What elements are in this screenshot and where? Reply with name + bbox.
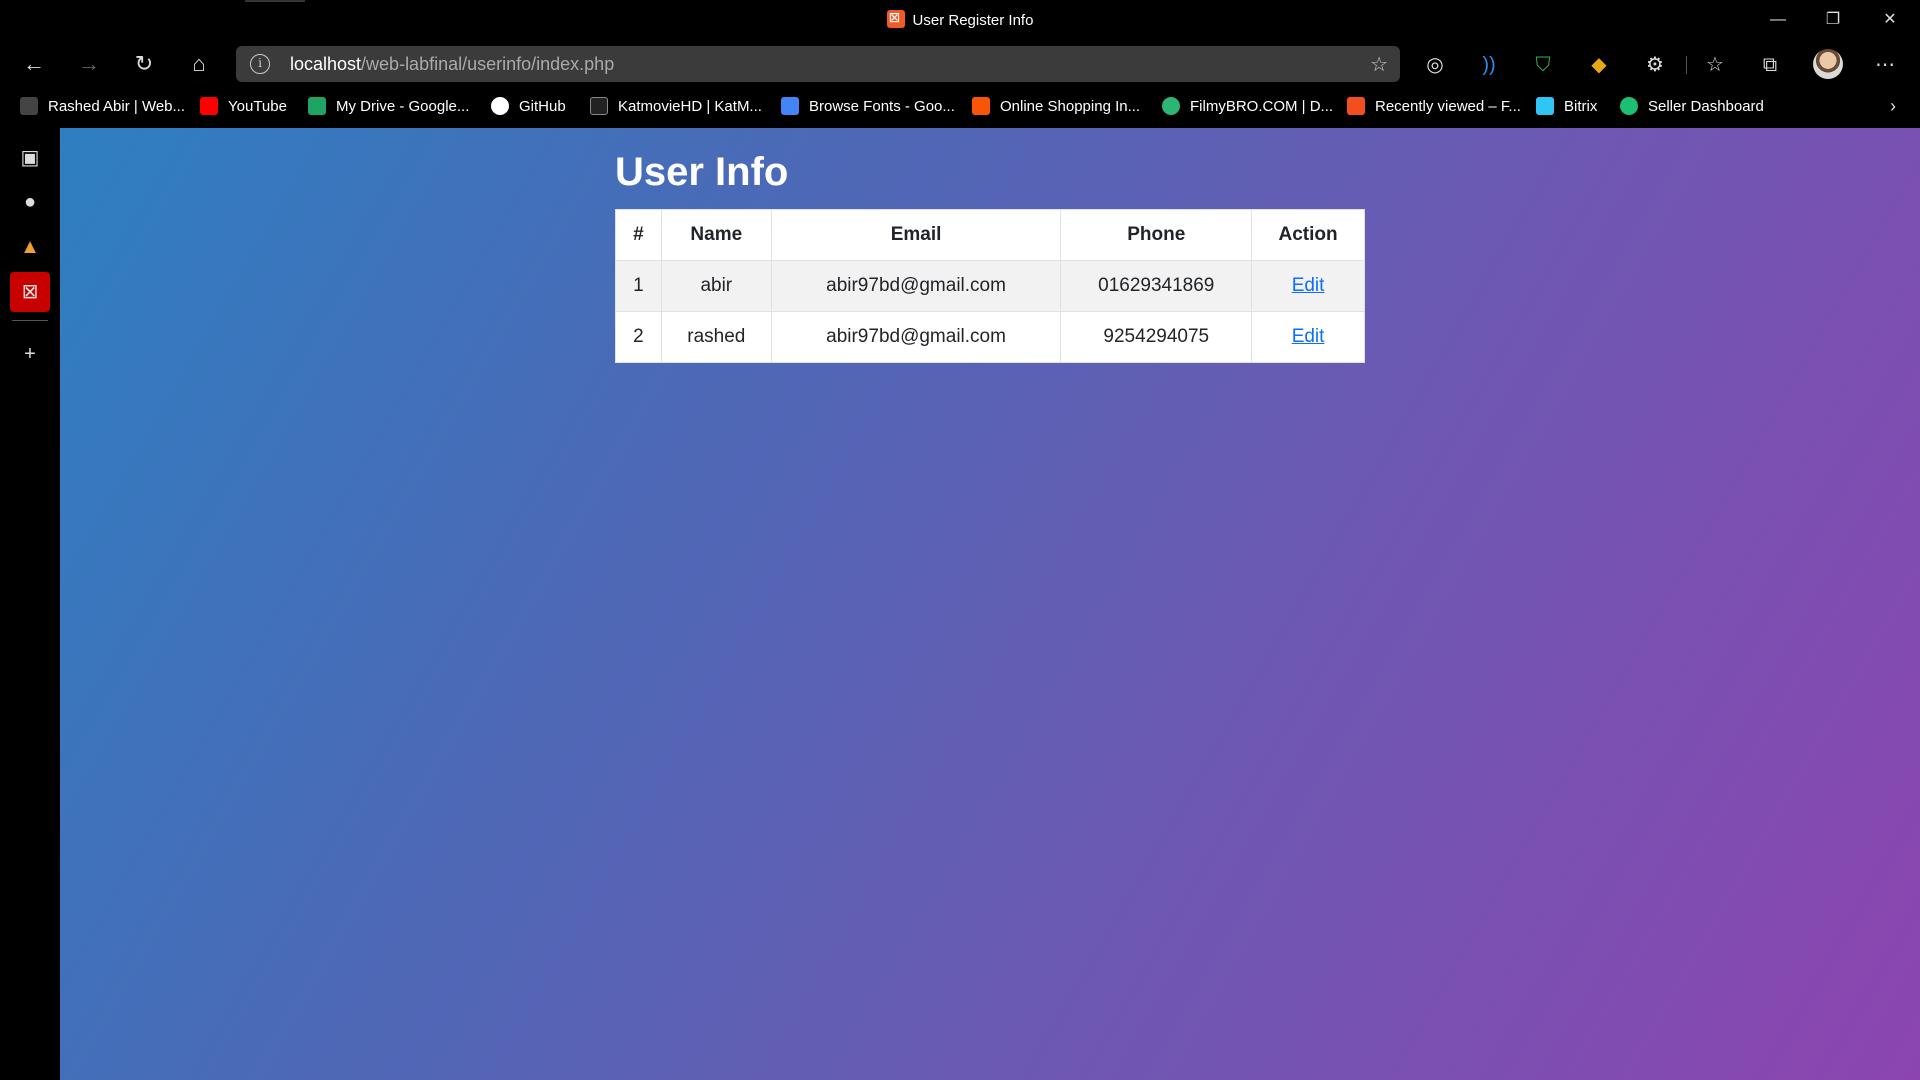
home-button[interactable]: ⌂ [181, 48, 217, 80]
cell-phone: 01629341869 [1060, 260, 1253, 312]
cell-email: abir97bd@gmail.com [770, 311, 1062, 363]
restore-button[interactable]: ❐ [1813, 6, 1853, 34]
forward-button[interactable]: → [71, 48, 107, 80]
rashed-abir-icon [20, 97, 38, 115]
bookmark-youtube[interactable]: YouTube [200, 96, 287, 118]
tab-strip-indicator [245, 0, 305, 2]
page-title: User Info [615, 150, 789, 194]
shield-icon[interactable]: ⛉ [1528, 50, 1558, 80]
browser-toolbar: ← → ↻ ⌂ i localhost/web-labfinal/userinf… [0, 40, 1920, 88]
daraz-icon [972, 97, 990, 115]
bitrix-icon [1536, 97, 1554, 115]
toolbar-divider [1686, 56, 1687, 74]
cell-email: abir97bd@gmail.com [770, 260, 1062, 312]
bookmark-online-shopping[interactable]: Online Shopping In... [972, 96, 1140, 118]
home-icon: ⌂ [192, 51, 206, 76]
fiverr-icon [1620, 97, 1638, 115]
sidebar-xampp-icon[interactable]: ⊠ [10, 272, 50, 312]
url-path: /web-labfinal/userinfo/index.php [361, 54, 615, 74]
cell-number: 1 [615, 260, 662, 312]
column-header-phone: Phone [1060, 209, 1253, 261]
youtube-icon [200, 97, 218, 115]
filmybro-icon [1162, 97, 1180, 115]
extension-tracker-icon[interactable]: ◎ [1420, 50, 1450, 80]
table-row: 1 abir abir97bd@gmail.com 01629341869 Ed… [615, 260, 1365, 312]
cell-name: rashed [660, 311, 772, 363]
bookmark-figma[interactable]: Recently viewed – F... [1347, 96, 1521, 118]
edit-link[interactable]: Edit [1292, 275, 1325, 296]
page-content: User Info # Name Email Phone Action 1 ab… [615, 150, 1365, 363]
column-header-email: Email [770, 209, 1062, 261]
sidebar-divider [12, 320, 48, 321]
refresh-button[interactable]: ↻ [126, 48, 162, 80]
cell-phone: 9254294075 [1060, 311, 1253, 363]
url-text[interactable]: localhost/web-labfinal/userinfo/index.ph… [290, 54, 614, 75]
browser-sidebar: ▣ ● ▲ ⊠ + [0, 128, 60, 1080]
bookmarks-bar: Rashed Abir | Web... YouTube My Drive - … [0, 88, 1920, 126]
github-icon [491, 97, 509, 115]
google-drive-icon [308, 97, 326, 115]
read-aloud-icon[interactable]: )) [1474, 50, 1504, 80]
bookmark-katmoviehd[interactable]: KatmovieHD | KatM... [590, 96, 762, 118]
user-table: # Name Email Phone Action 1 abir abir97b… [615, 209, 1365, 363]
bookmark-google-fonts[interactable]: Browse Fonts - Goo... [781, 96, 955, 118]
column-header-action: Action [1251, 209, 1365, 261]
bookmark-github[interactable]: GitHub [491, 96, 566, 118]
arrow-left-icon: ← [23, 51, 45, 76]
cell-action: Edit [1251, 260, 1365, 312]
add-favorite-icon[interactable]: ☆ [1370, 52, 1388, 77]
info-icon[interactable]: i [250, 54, 270, 74]
refresh-icon: ↻ [134, 51, 154, 76]
more-menu-icon[interactable]: ⋯ [1870, 50, 1900, 80]
column-header-name: Name [660, 209, 772, 261]
profile-avatar[interactable] [1813, 49, 1843, 79]
bookmark-seller-dashboard[interactable]: Seller Dashboard [1620, 96, 1764, 118]
bookmark-google-drive[interactable]: My Drive - Google... [308, 96, 469, 118]
sidebar-tabs-icon[interactable]: ▣ [10, 138, 50, 178]
edit-link[interactable]: Edit [1292, 326, 1325, 347]
sidebar-app-icon[interactable]: ▲ [10, 227, 50, 267]
bookmark-filmybro[interactable]: FilmyBRO.COM | D... [1162, 96, 1333, 118]
table-header-row: # Name Email Phone Action [615, 209, 1365, 261]
sidebar-github-icon[interactable]: ● [10, 182, 50, 222]
bookmark-rashed-abir[interactable]: Rashed Abir | Web... [20, 96, 185, 118]
page-viewport: User Info # Name Email Phone Action 1 ab… [60, 128, 1920, 1080]
sidebar-add-icon[interactable]: + [10, 334, 50, 374]
collections-icon[interactable]: ⧉ [1755, 50, 1785, 80]
cell-number: 2 [615, 311, 662, 363]
google-fonts-icon [781, 97, 799, 115]
bookmark-bitrix[interactable]: Bitrix [1536, 96, 1597, 118]
address-bar[interactable]: i localhost/web-labfinal/userinfo/index.… [236, 46, 1400, 82]
close-button[interactable]: ✕ [1870, 6, 1910, 34]
figma-icon [1347, 97, 1365, 115]
cell-action: Edit [1251, 311, 1365, 363]
xampp-icon [886, 9, 905, 28]
extension-color-icon[interactable]: ◆ [1584, 50, 1614, 80]
window-title: User Register Info [0, 9, 1920, 29]
extensions-puzzle-icon[interactable]: ⚙ [1640, 50, 1670, 80]
table-row: 2 rashed abir97bd@gmail.com 9254294075 E… [615, 311, 1365, 363]
chevron-right-icon[interactable]: › [1890, 96, 1896, 117]
katmoviehd-icon [590, 97, 608, 115]
minimize-button[interactable]: — [1758, 6, 1798, 34]
title-bar: User Register Info — ❐ ✕ [0, 0, 1920, 40]
window-title-text: User Register Info [912, 12, 1034, 29]
cell-name: abir [660, 260, 772, 312]
back-button[interactable]: ← [16, 48, 52, 80]
favorites-icon[interactable]: ☆ [1700, 50, 1730, 80]
url-host: localhost [290, 54, 362, 74]
arrow-right-icon: → [78, 51, 100, 76]
column-header-number: # [615, 209, 662, 261]
